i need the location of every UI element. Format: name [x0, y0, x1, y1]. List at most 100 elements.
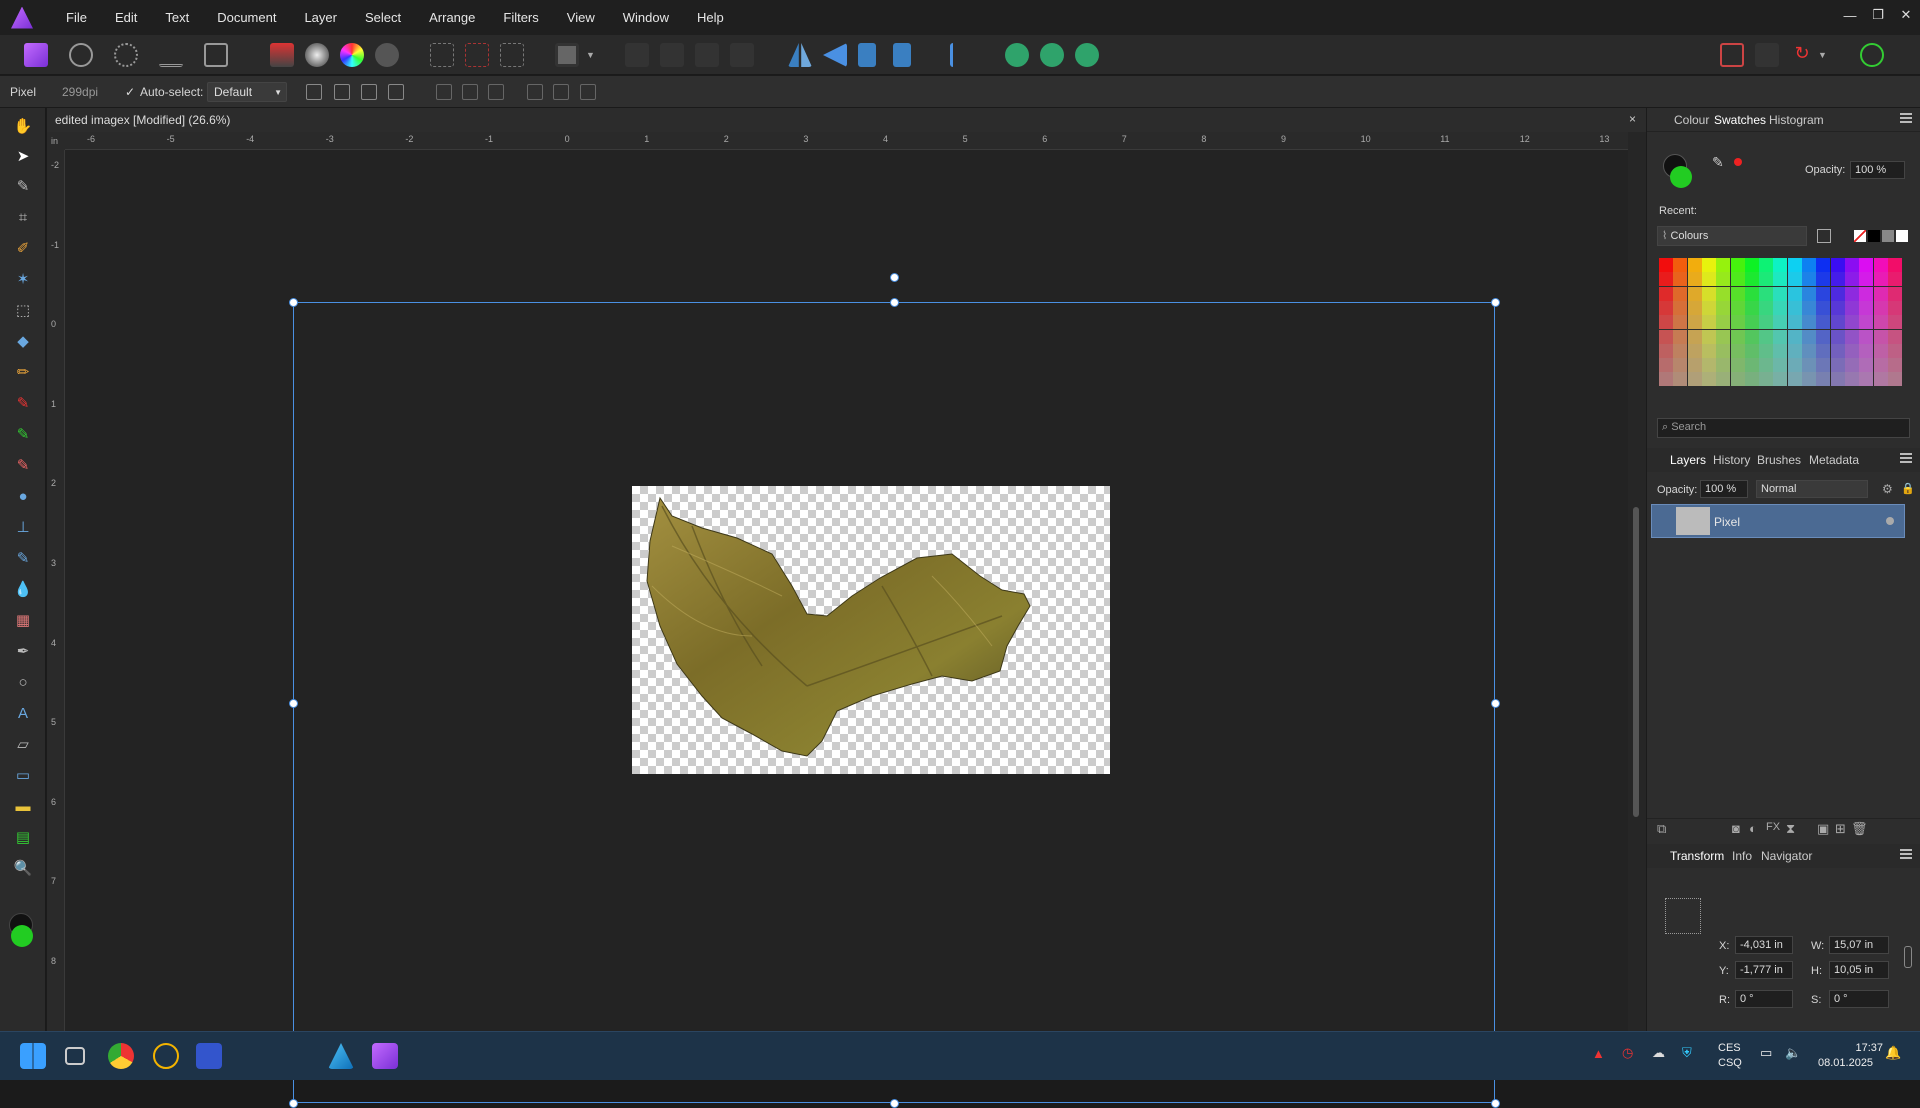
colour-swatch[interactable]	[1716, 258, 1731, 272]
colour-swatch[interactable]	[1730, 315, 1745, 330]
colour-swatch[interactable]	[1730, 272, 1745, 287]
colour-swatch[interactable]	[1659, 372, 1673, 387]
flip-horizontal-icon[interactable]	[788, 43, 812, 67]
layer-opacity-field[interactable]: 100 %	[1700, 480, 1748, 498]
scrollbar-thumb[interactable]	[1633, 507, 1639, 817]
colour-swatch[interactable]	[1873, 315, 1888, 330]
document-tab[interactable]: edited imagex [Modified] (26.6%) ×	[47, 108, 1646, 132]
colour-swatch[interactable]	[1802, 343, 1816, 358]
colour-swatch[interactable]	[1859, 358, 1874, 373]
y-field[interactable]: -1,777 in	[1735, 961, 1793, 979]
colour-swatch[interactable]	[1873, 272, 1888, 287]
tone-mapping-persona-icon[interactable]	[159, 43, 183, 67]
colour-swatch[interactable]	[1873, 300, 1888, 315]
colour-swatch[interactable]	[1830, 272, 1845, 287]
colour-swatch[interactable]	[1759, 358, 1774, 373]
colour-swatch[interactable]	[1701, 358, 1716, 373]
colour-swatch[interactable]	[1773, 372, 1788, 387]
selection-brush-icon[interactable]: ✐	[13, 238, 33, 258]
language-bottom[interactable]: CSQ	[1718, 1057, 1742, 1069]
place-image-icon[interactable]: ▭	[13, 765, 33, 785]
crop-icon[interactable]: ⌗	[13, 207, 33, 227]
menu-arrange[interactable]: Arrange	[415, 0, 489, 35]
colour-swatch[interactable]	[1759, 300, 1774, 315]
grey-swatch[interactable]	[1882, 230, 1894, 242]
network-icon[interactable]: ▭	[1760, 1045, 1772, 1061]
align-right-icon[interactable]	[488, 84, 504, 100]
resize-handle[interactable]	[890, 298, 899, 307]
auto-white-balance-icon[interactable]	[375, 43, 399, 67]
menu-filters[interactable]: Filters	[489, 0, 552, 35]
blend-mode-dropdown[interactable]: Normal	[1756, 480, 1868, 498]
colour-swatch[interactable]	[1659, 272, 1673, 287]
stroke-swatch[interactable]	[1670, 166, 1692, 188]
colour-swatch[interactable]	[1744, 272, 1759, 287]
colour-swatch[interactable]	[1830, 358, 1845, 373]
security-icon[interactable]: ⛨	[1682, 1045, 1692, 1061]
colour-swatch[interactable]	[1744, 372, 1759, 387]
white-swatch[interactable]	[1896, 230, 1908, 242]
chrome-icon[interactable]	[108, 1043, 134, 1069]
healing-brush-icon[interactable]: ✎	[13, 548, 33, 568]
auto-colour-icon[interactable]	[340, 43, 364, 67]
tab-metadata[interactable]: Metadata	[1809, 453, 1859, 467]
align-middle-icon[interactable]	[553, 84, 569, 100]
swatch-search-input[interactable]: ⌕ Search	[1657, 418, 1910, 438]
colour-swatch[interactable]	[1701, 329, 1716, 344]
colour-swatch[interactable]	[1744, 300, 1759, 315]
colour-swatch[interactable]	[1787, 343, 1802, 358]
restore-icon[interactable]: ❐	[1864, 0, 1892, 30]
colour-swatch[interactable]	[1873, 286, 1888, 301]
colour-swatch[interactable]	[1773, 258, 1788, 272]
windows-start-icon[interactable]	[20, 1043, 46, 1069]
show-bbox-icon[interactable]	[334, 84, 350, 100]
resize-handle[interactable]	[1491, 1099, 1500, 1108]
resize-handle[interactable]	[289, 698, 298, 708]
colour-swatch[interactable]	[1759, 272, 1774, 287]
tray-app-icon[interactable]: ▲	[1592, 1046, 1605, 1061]
colour-swatch[interactable]	[1673, 258, 1688, 272]
colour-swatch[interactable]	[1673, 315, 1688, 330]
blur-brush-icon[interactable]: 💧	[13, 579, 33, 599]
colour-swatch[interactable]	[1716, 272, 1731, 287]
colour-swatch[interactable]	[1887, 372, 1902, 387]
panel-menu-icon[interactable]	[1900, 113, 1912, 123]
measure-icon[interactable]: ▬	[13, 796, 33, 816]
resize-handle[interactable]	[289, 1099, 298, 1108]
align-top-icon[interactable]	[527, 84, 543, 100]
colour-swatch[interactable]	[1830, 300, 1845, 315]
clock-app-icon[interactable]: ◷	[1622, 1045, 1633, 1061]
colour-swatch[interactable]	[1816, 343, 1831, 358]
colour-swatch[interactable]	[1830, 315, 1845, 330]
boolean-intersect-icon[interactable]	[1075, 43, 1099, 67]
colour-swatch[interactable]	[1844, 272, 1859, 287]
colour-swatch[interactable]	[1687, 258, 1702, 272]
colour-swatch[interactable]	[1716, 372, 1731, 387]
colour-swatch[interactable]	[1802, 315, 1816, 330]
ellipse-icon[interactable]: ○	[13, 672, 33, 692]
colour-swatch[interactable]	[1744, 258, 1759, 272]
align-icon[interactable]	[730, 43, 754, 67]
colour-swatch[interactable]	[1830, 258, 1845, 272]
menu-text[interactable]: Text	[151, 0, 203, 35]
colour-swatch[interactable]	[1787, 329, 1802, 344]
chevron-down-icon[interactable]: ▼	[1818, 43, 1830, 67]
auto-levels-icon[interactable]	[270, 43, 294, 67]
colour-swatch[interactable]	[1687, 272, 1702, 287]
resize-handle[interactable]	[1491, 298, 1500, 307]
colour-swatch[interactable]	[1873, 358, 1888, 373]
menu-window[interactable]: Window	[609, 0, 683, 35]
vertical-scrollbar[interactable]	[1628, 132, 1646, 1031]
hand-icon[interactable]: ✋	[13, 116, 33, 136]
colour-swatch[interactable]	[1816, 329, 1831, 344]
menu-view[interactable]: View	[553, 0, 609, 35]
layer-visibility-icon[interactable]	[1886, 517, 1894, 525]
colour-swatch[interactable]	[1687, 372, 1702, 387]
colour-swatch[interactable]	[1716, 343, 1731, 358]
notifications-icon[interactable]: 🔔	[1885, 1045, 1901, 1061]
colour-swatch[interactable]	[1802, 329, 1816, 344]
colour-swatch[interactable]	[1773, 315, 1788, 330]
auto-select-dropdown[interactable]: Default ▼	[207, 82, 287, 102]
marquee-icon[interactable]: ⬚	[13, 300, 33, 320]
colour-swatch[interactable]	[1787, 315, 1802, 330]
